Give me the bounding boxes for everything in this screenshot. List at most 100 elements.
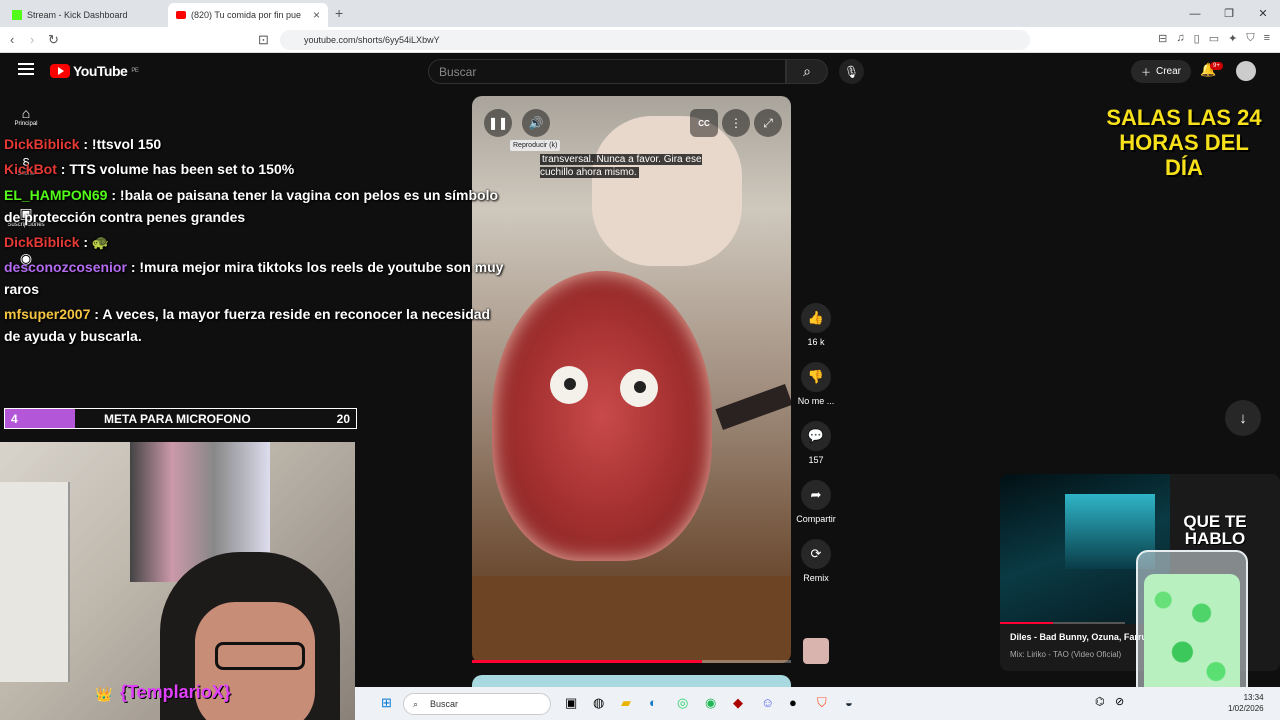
- edge-icon[interactable]: ◐: [649, 695, 657, 710]
- share-icon: ➦: [801, 480, 831, 510]
- start-icon[interactable]: ⊞: [381, 695, 392, 711]
- youtube-play-icon: [50, 64, 70, 78]
- copilot-icon[interactable]: ◍: [593, 695, 604, 711]
- like-button[interactable]: 👍 16 k: [795, 303, 837, 347]
- sidebar-icon[interactable]: ▯: [1194, 32, 1200, 45]
- tab-search-icon[interactable]: ⊟: [1158, 32, 1167, 45]
- fullscreen-button[interactable]: ⤢: [754, 109, 782, 137]
- next-video-button[interactable]: ↓: [1225, 400, 1261, 436]
- audio-thumbnail[interactable]: [803, 638, 829, 664]
- menu-icon[interactable]: ≡: [1264, 32, 1270, 45]
- more-vert-icon: ⋮: [730, 116, 742, 130]
- captions-button[interactable]: CC: [690, 109, 718, 137]
- youtube-header: YouTube PE Buscar ⌕ 🎙 ＋ Crear 🔔 9+: [0, 53, 1280, 91]
- more-options-button[interactable]: ⋮: [722, 109, 750, 137]
- voice-search-button[interactable]: 🎙: [839, 59, 864, 84]
- dislike-button[interactable]: 👎 No me ...: [795, 362, 837, 406]
- file-explorer-icon[interactable]: ▰: [621, 695, 631, 711]
- youtube-logo[interactable]: YouTube PE: [50, 63, 139, 79]
- dislike-icon: 👎: [801, 362, 831, 392]
- chat-username[interactable]: DickBiblick: [4, 136, 79, 152]
- chat-message: DickBiblick : 🐢: [4, 231, 504, 253]
- miniplayer-subtitle: Mix: Liriko - TAO (Video Oficial): [1010, 650, 1122, 659]
- create-button[interactable]: ＋ Crear: [1131, 60, 1192, 83]
- forward-button[interactable]: ›: [30, 32, 34, 47]
- taskbar-search[interactable]: ⌕ Buscar: [403, 693, 551, 715]
- share-button[interactable]: ➦ Compartir: [795, 480, 837, 524]
- close-window-button[interactable]: ✕: [1246, 0, 1280, 27]
- streamer-name: {TemplarioX}: [120, 682, 231, 702]
- shield-icon[interactable]: ⛉: [1246, 32, 1254, 45]
- discord-icon[interactable]: ☺: [761, 695, 774, 710]
- volume-button[interactable]: 🔊: [522, 109, 550, 137]
- webcam-feed: 👑 {TemplarioX}: [0, 442, 355, 720]
- chat-username[interactable]: desconozcosenior: [4, 259, 127, 275]
- reload-button[interactable]: ↻: [48, 32, 59, 48]
- back-button[interactable]: ‹: [10, 32, 14, 47]
- comment-icon: 💬: [801, 421, 831, 451]
- pause-icon: ❚❚: [487, 116, 509, 130]
- whatsapp-icon[interactable]: ◎: [677, 695, 688, 711]
- search-input[interactable]: Buscar: [428, 59, 786, 84]
- task-view-icon[interactable]: ▣: [565, 695, 577, 711]
- system-clock[interactable]: 13:34 1/02/2026: [1228, 692, 1264, 714]
- kick-jar-graphic: [1136, 550, 1248, 710]
- cutting-board-image: [472, 576, 791, 663]
- menu-icon[interactable]: [18, 63, 34, 75]
- music-icon[interactable]: ♫: [1176, 32, 1184, 45]
- new-tab-button[interactable]: +: [335, 5, 343, 21]
- tab-kick-dashboard[interactable]: Stream - Kick Dashboard: [4, 3, 166, 27]
- overlay-question-text: QUE TE HABLO: [1183, 512, 1247, 548]
- action-label: 157: [808, 455, 824, 465]
- obs-icon[interactable]: ●: [789, 695, 797, 710]
- clock-time: 13:34: [1243, 693, 1264, 702]
- network-icon[interactable]: ⌬: [1095, 695, 1105, 708]
- extension-toolbar: ⊟ ♫ ▯ ▭ ✦ ⛉ ≡: [1158, 32, 1270, 45]
- sidebar-item-principal[interactable]: ⌂ Principal: [0, 105, 52, 127]
- tab-youtube[interactable]: (820) Tu comida por fin pued ×: [168, 3, 328, 27]
- chat-username[interactable]: mfsuper2007: [4, 306, 90, 322]
- brave-icon[interactable]: ⛉: [817, 695, 827, 711]
- spotify-icon[interactable]: ◉: [705, 695, 716, 711]
- volume-icon: 🔊: [528, 116, 544, 130]
- remix-button[interactable]: ⟳ Remix: [795, 539, 837, 583]
- comment-button[interactable]: 💬 157: [795, 421, 837, 465]
- bookmark-icon[interactable]: ⊡: [258, 32, 269, 48]
- kick-favicon-icon: [12, 10, 22, 20]
- tray-icon[interactable]: ⊘: [1115, 695, 1124, 708]
- remix-icon: ⟳: [801, 539, 831, 569]
- miniplayer-title: Diles - Bad Bunny, Ozuna, Farru: [1010, 632, 1147, 642]
- plus-icon: ＋: [1141, 68, 1151, 79]
- logo-text: YouTube: [73, 63, 128, 79]
- like-icon: 👍: [801, 303, 831, 333]
- mic-icon: 🎙: [843, 64, 860, 79]
- chat-username[interactable]: DickBiblick: [4, 234, 79, 250]
- youtube-favicon-icon: [176, 11, 186, 19]
- left-eye: [550, 366, 588, 404]
- search-button[interactable]: ⌕: [786, 59, 828, 84]
- minimize-button[interactable]: —: [1178, 0, 1212, 27]
- knife-image: [715, 384, 791, 430]
- wallet-icon[interactable]: ▭: [1209, 32, 1219, 45]
- steam-icon[interactable]: ◒: [845, 695, 853, 710]
- chat-message: DickBiblick : !ttsvol 150: [4, 133, 504, 155]
- youtube-page: YouTube PE Buscar ⌕ 🎙 ＋ Crear 🔔 9+ ⌂ Prin…: [0, 53, 1280, 720]
- ai-icon[interactable]: ✦: [1228, 32, 1237, 45]
- chat-username[interactable]: KickBot: [4, 161, 57, 177]
- app-icon[interactable]: ◆: [733, 695, 743, 711]
- meat-character-image: [492, 271, 712, 561]
- video-progress-bar[interactable]: [472, 660, 791, 663]
- maximize-button[interactable]: ❐: [1212, 0, 1246, 27]
- shelf-image: [0, 482, 70, 682]
- chat-username[interactable]: EL_HAMPON69: [4, 187, 107, 203]
- url-field[interactable]: youtube.com/shorts/6yy54iLXbwY: [280, 30, 1030, 50]
- close-tab-icon[interactable]: ×: [313, 8, 320, 22]
- shorts-video-player[interactable]: ❚❚ 🔊 CC ⋮ ⤢: [472, 96, 791, 663]
- window-controls: — ❐ ✕: [1178, 0, 1280, 27]
- miniplayer-progress[interactable]: [1000, 622, 1125, 624]
- arrow-down-icon: ↓: [1239, 409, 1247, 427]
- chat-message: mfsuper2007 : A veces, la mayor fuerza r…: [4, 303, 504, 347]
- notification-count-badge: 9+: [1210, 62, 1223, 70]
- avatar[interactable]: [1236, 61, 1256, 81]
- glasses-image: [215, 642, 305, 670]
